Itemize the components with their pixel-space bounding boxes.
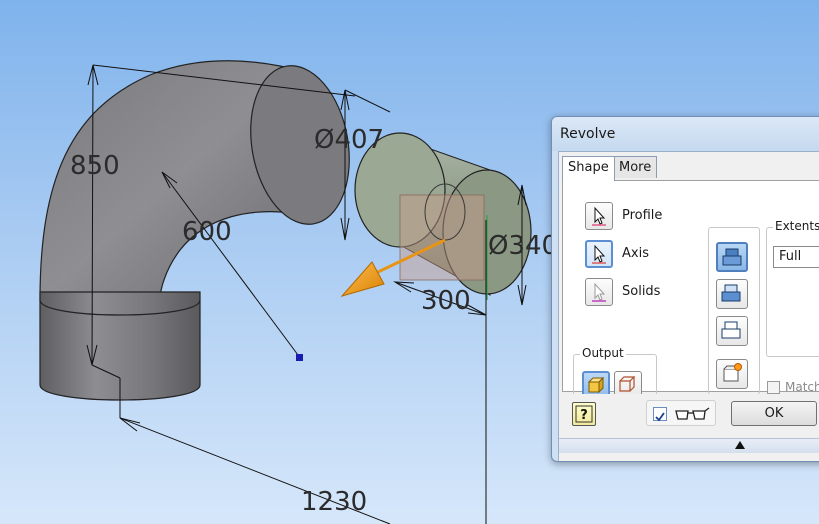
axis-label: Axis [622,246,649,261]
expand-dialog-bar[interactable] [559,438,819,453]
extents-label: Extents [773,219,819,233]
dimension-600[interactable]: 600 [182,219,232,245]
solids-select-button[interactable] [585,278,613,306]
expand-arrow-icon [735,441,745,449]
axis-cursor-icon [592,244,606,264]
dialog-footer: ? OK [559,394,819,461]
preview-checkbox[interactable] [653,407,667,422]
dimension-300[interactable]: 300 [421,288,471,314]
sketch-point[interactable] [296,354,303,361]
revolve-dialog: Revolve Shape More Profile Axis Solids O… [551,116,819,462]
dimension-1230[interactable]: 1230 [301,489,367,515]
glasses-icon [675,407,710,420]
solids-label: Solids [622,284,661,299]
profile-label: Profile [622,208,663,223]
dimension-diameter-340[interactable]: Ø340 [488,233,558,259]
profile-cursor-icon [592,206,606,226]
svg-text:?: ? [580,408,588,423]
extents-dropdown[interactable]: Full [773,246,819,268]
cut-icon [721,284,741,302]
axis-select-button[interactable] [585,240,613,268]
help-icon: ? [575,405,593,423]
solids-cursor-icon [592,282,606,302]
intersect-icon [721,321,741,339]
profile-select-button[interactable] [585,202,613,230]
shape-tab-panel: Profile Axis Solids Output Extents Full … [562,180,819,412]
preview-toggle-group [646,400,716,426]
match-shape-checkbox[interactable] [767,381,780,394]
help-button[interactable]: ? [572,402,596,426]
surface-cube-icon [619,376,636,392]
checkmark-icon [655,412,665,422]
match-shape-label: Match s [785,380,819,394]
dialog-body: Shape More Profile Axis Solids Output Ex… [558,151,819,461]
operation-group [708,227,760,395]
join-icon [722,248,742,266]
dimension-850[interactable]: 850 [70,153,120,179]
tab-more[interactable]: More [613,156,658,178]
tab-shape[interactable]: Shape [562,156,615,181]
dialog-titlebar[interactable]: Revolve [552,117,819,151]
output-label: Output [580,346,626,360]
dimension-diameter-407[interactable]: Ø407 [314,127,384,153]
cut-button[interactable] [716,279,748,309]
extents-group: Extents Full [766,219,819,357]
new-solid-button[interactable] [716,359,748,389]
join-button[interactable] [716,242,748,272]
intersect-button[interactable] [716,316,748,346]
ok-button[interactable]: OK [731,401,817,426]
revolve-cylinder-preview[interactable] [354,132,532,300]
dialog-title: Revolve [560,126,616,142]
new-solid-icon [723,363,743,382]
